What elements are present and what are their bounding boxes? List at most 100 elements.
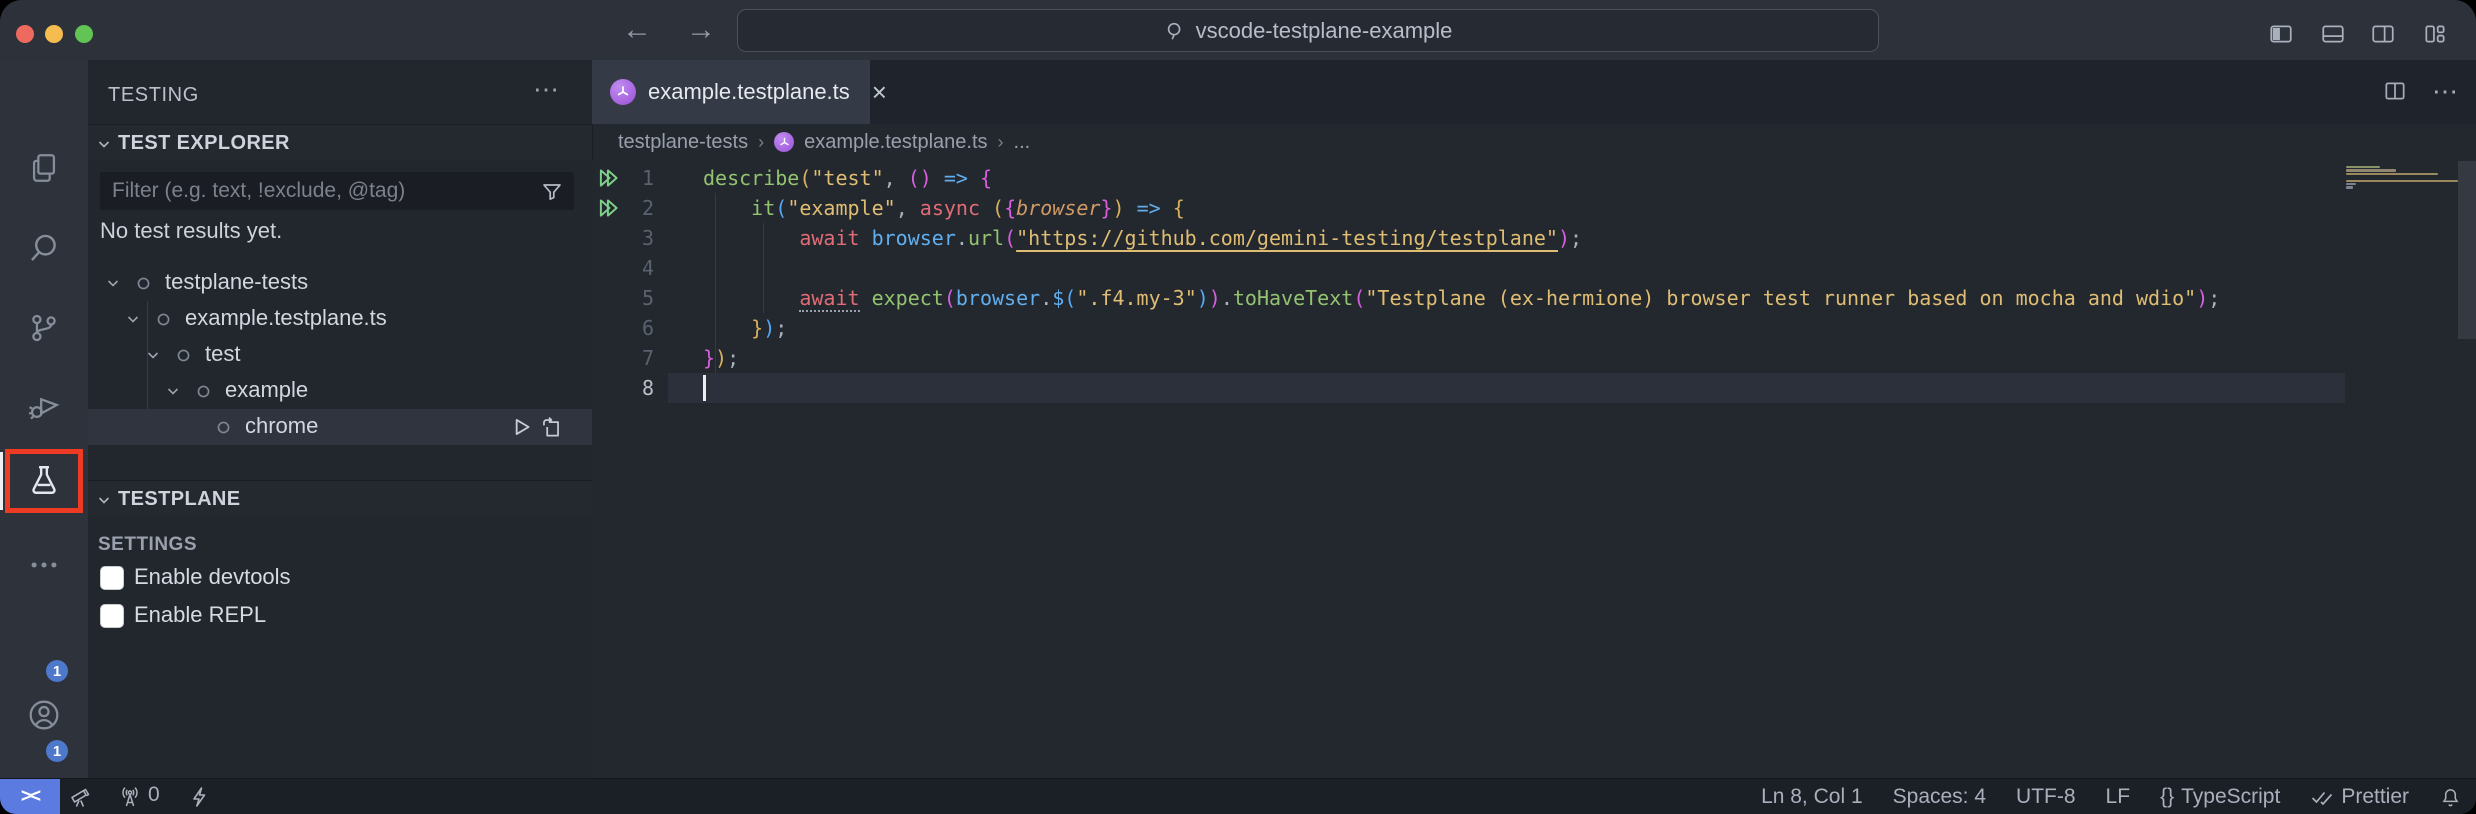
toggle-panel-icon[interactable]: [2320, 21, 2346, 47]
line-number: 1: [592, 163, 654, 193]
section-label: TEST EXPLORER: [118, 132, 290, 155]
test-filter-input[interactable]: [100, 172, 574, 210]
zap-icon[interactable]: [188, 785, 212, 809]
explorer-icon[interactable]: [27, 151, 61, 185]
accounts-badge: 1: [46, 660, 68, 682]
code-line-1[interactable]: 1describe("test", () => {: [592, 163, 2476, 193]
testing-sidebar: TESTING ⋯ TEST EXPLORER No test results …: [88, 60, 593, 778]
run-and-debug-icon[interactable]: [27, 388, 61, 422]
breadcrumb-folder[interactable]: testplane-tests: [618, 131, 748, 154]
status-item-label: Spaces: 4: [1893, 785, 1986, 809]
status-item-bell[interactable]: [2439, 786, 2462, 809]
breadcrumb-symbol[interactable]: ...: [1014, 131, 1031, 154]
minimap-line: [2346, 173, 2438, 175]
tab-example-testplane-ts[interactable]: example.testplane.ts ×: [592, 60, 870, 124]
tab-label: example.testplane.ts: [648, 79, 850, 105]
command-center-search[interactable]: vscode-testplane-example: [737, 9, 1879, 52]
tree-item-example[interactable]: example: [88, 373, 592, 409]
status-right-items: Ln 8, Col 1 Spaces: 4 UTF-8 LF {​} TypeScript…: [1761, 779, 2462, 814]
test-pending-icon: [156, 312, 171, 327]
status-item-ln-8-col-1[interactable]: Ln 8, Col 1: [1761, 785, 1863, 809]
tree-item-label: example: [225, 377, 308, 403]
no-test-results-message: No test results yet.: [100, 218, 282, 244]
toggle-secondary-sidebar-icon[interactable]: [2370, 21, 2396, 47]
tree-item-test[interactable]: test: [88, 337, 592, 373]
editor-more-actions-icon[interactable]: ⋯: [2432, 78, 2458, 104]
status-item-spaces-4[interactable]: Spaces: 4: [1893, 785, 1986, 809]
remote-indicator[interactable]: ><: [0, 779, 60, 814]
section-testplane[interactable]: TESTPLANE: [88, 480, 592, 517]
run-test-icon[interactable]: [508, 414, 534, 440]
status-item-typescript[interactable]: {​} TypeScript: [2160, 785, 2280, 809]
more-views-icon[interactable]: [27, 548, 61, 582]
telescope-icon[interactable]: [68, 785, 92, 809]
close-window-button[interactable]: [16, 25, 34, 43]
tree-item-chrome[interactable]: chrome: [88, 409, 592, 445]
filter-funnel-icon[interactable]: [540, 180, 564, 204]
ports-radio-tower-icon[interactable]: [118, 785, 142, 809]
section-label: TESTPLANE: [118, 488, 241, 511]
testing-beaker-icon[interactable]: [27, 463, 61, 497]
code-line-6[interactable]: 6 });: [592, 313, 2476, 343]
breadcrumb-separator: ›: [998, 132, 1004, 153]
titlebar: ← → vscode-testplane-example: [0, 0, 2476, 61]
sidebar-more-actions-icon[interactable]: ⋯: [533, 74, 561, 105]
customize-layout-icon[interactable]: [2422, 21, 2448, 47]
status-item-label: UTF-8: [2016, 785, 2076, 809]
test-pending-icon: [216, 420, 231, 435]
close-tab-icon[interactable]: ×: [872, 79, 887, 105]
chevron-down-icon: [105, 275, 121, 291]
source-control-icon[interactable]: [27, 311, 61, 345]
code-line-3[interactable]: 3 await browser.url("https://github.com/…: [592, 223, 2476, 253]
double-check-icon: [2310, 785, 2334, 809]
tree-item-testplane-tests[interactable]: testplane-tests: [88, 265, 592, 301]
editor-tab-bar: example.testplane.ts × ⋯: [592, 60, 2476, 124]
indent-guide: [715, 193, 716, 373]
testing-active-indicator: [0, 452, 3, 510]
maximize-window-button[interactable]: [75, 25, 93, 43]
enable-devtools-checkbox[interactable]: [100, 566, 124, 590]
enable-repl-checkbox[interactable]: [100, 604, 124, 628]
code-line-4[interactable]: 4: [592, 253, 2476, 283]
tree-item-label: testplane-tests: [165, 269, 308, 295]
status-item-label: Ln 8, Col 1: [1761, 785, 1863, 809]
text-cursor: [703, 375, 706, 401]
toggle-primary-sidebar-icon[interactable]: [2268, 21, 2294, 47]
code-line-8[interactable]: 8: [592, 373, 2476, 403]
breadcrumb-separator: ›: [758, 132, 764, 153]
search-icon: [1164, 20, 1186, 42]
ports-count[interactable]: 0: [148, 783, 160, 807]
search-value: vscode-testplane-example: [1196, 18, 1453, 44]
accounts-icon[interactable]: [27, 698, 61, 732]
search-view-icon[interactable]: [27, 231, 61, 265]
line-number: 7: [592, 343, 654, 373]
line-number: 4: [592, 253, 654, 283]
editor-scrollbar[interactable]: [2458, 161, 2476, 339]
minimap[interactable]: [2345, 160, 2458, 778]
navigate-back-button[interactable]: ←: [622, 12, 652, 48]
status-item-lf[interactable]: LF: [2106, 785, 2131, 809]
enable-devtools-label: Enable devtools: [134, 564, 291, 590]
split-editor-icon[interactable]: [2382, 78, 2408, 104]
code-line-5[interactable]: 5 await expect(browser.$(".f4.my-3")).to…: [592, 283, 2476, 313]
status-item-label: LF: [2106, 785, 2131, 809]
testplane-logo-icon: [774, 132, 794, 152]
navigate-forward-button[interactable]: →: [686, 12, 716, 48]
settings-heading: SETTINGS: [98, 534, 197, 556]
section-test-explorer[interactable]: TEST EXPLORER: [88, 124, 592, 161]
code-line-2[interactable]: 2 it("example", async ({browser}) => {: [592, 193, 2476, 223]
tree-item-label: chrome: [245, 413, 318, 439]
tree-item-label: example.testplane.ts: [185, 305, 387, 331]
status-item-prettier[interactable]: Prettier: [2310, 785, 2409, 809]
braces-icon: {​}: [2160, 785, 2174, 809]
test-pending-icon: [196, 384, 211, 399]
test-pending-icon: [136, 276, 151, 291]
line-number: 6: [592, 313, 654, 343]
minimize-window-button[interactable]: [45, 25, 63, 43]
code-line-7[interactable]: 7});: [592, 343, 2476, 373]
status-item-label: TypeScript: [2181, 785, 2280, 809]
go-to-test-icon[interactable]: [538, 414, 564, 440]
breadcrumb-file[interactable]: example.testplane.ts: [804, 131, 987, 154]
tree-item-example-testplane-ts[interactable]: example.testplane.ts: [88, 301, 592, 337]
status-item-utf-8[interactable]: UTF-8: [2016, 785, 2076, 809]
